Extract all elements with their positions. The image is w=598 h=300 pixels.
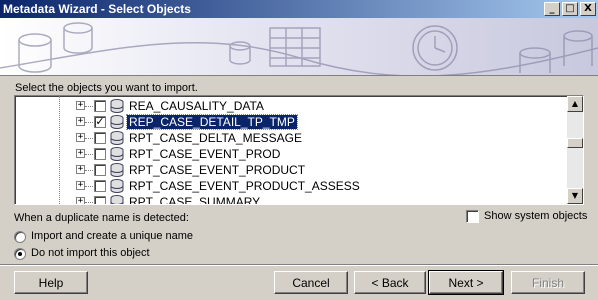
show-system-objects-checkbox[interactable]: [466, 210, 479, 223]
tree-item[interactable]: + RPT_CASE_SUMMARY: [15, 194, 567, 205]
item-label: RPT_CASE_DELTA_MESSAGE: [129, 131, 302, 145]
duplicate-heading: When a duplicate name is detected:: [14, 212, 189, 224]
expand-icon[interactable]: +: [76, 165, 85, 174]
tree-item[interactable]: + RPT_CASE_EVENT_PRODUCT: [15, 162, 567, 178]
table-icon: [110, 115, 124, 129]
tree-item[interactable]: + RPT_CASE_DELTA_MESSAGE: [15, 130, 567, 146]
do-not-import-label[interactable]: Do not import this object: [31, 247, 150, 259]
import-unique-radio[interactable]: [14, 231, 26, 243]
show-system-objects-label[interactable]: Show system objects: [484, 210, 587, 222]
table-icon: [110, 99, 124, 113]
table-icon: [110, 195, 124, 204]
table-icon: [110, 179, 124, 193]
item-checkbox[interactable]: [94, 180, 106, 192]
item-checkbox[interactable]: [94, 132, 106, 144]
item-label: RPT_CASE_EVENT_PRODUCT: [129, 163, 306, 177]
expand-icon[interactable]: +: [76, 197, 85, 204]
table-icon: [110, 147, 124, 161]
button-divider: [0, 264, 598, 266]
window-controls: _ □ X: [544, 2, 596, 16]
scroll-thumb[interactable]: [567, 138, 583, 148]
table-icon: [110, 163, 124, 177]
next-button[interactable]: Next >: [428, 270, 504, 295]
finish-button[interactable]: Finish: [511, 271, 585, 294]
window-title: Metadata Wizard - Select Objects: [3, 2, 191, 16]
item-checkbox[interactable]: [94, 164, 106, 176]
item-checkbox[interactable]: ✓: [94, 116, 106, 128]
table-icon: [110, 131, 124, 145]
item-label: RPT_CASE_SUMMARY: [129, 195, 261, 205]
item-label: REP_CASE_DETAIL_TP_TMP: [126, 114, 298, 130]
banner-illustration: [0, 22, 598, 75]
item-checkbox[interactable]: [94, 100, 106, 112]
tree-scrollbar[interactable]: ▲ ▼: [567, 96, 583, 204]
tree-item[interactable]: + RPT_CASE_EVENT_PROD: [15, 146, 567, 162]
cancel-button[interactable]: Cancel: [274, 271, 348, 294]
import-unique-label[interactable]: Import and create a unique name: [31, 230, 193, 242]
tree-item[interactable]: + RPT_CASE_EVENT_PRODUCT_ASSESS: [15, 178, 567, 194]
item-label: RPT_CASE_EVENT_PROD: [129, 147, 281, 161]
close-button[interactable]: X: [580, 2, 596, 16]
metadata-wizard-window: Metadata Wizard - Select Objects _ □ X S…: [0, 0, 598, 300]
instruction-text: Select the objects you want to import.: [15, 82, 198, 94]
scroll-down-icon[interactable]: ▼: [567, 188, 583, 204]
scroll-up-icon[interactable]: ▲: [567, 96, 583, 112]
tree-item[interactable]: + REA_CAUSALITY_DATA: [15, 98, 567, 114]
back-button[interactable]: < Back: [354, 271, 426, 294]
expand-icon[interactable]: +: [76, 181, 85, 190]
do-not-import-radio[interactable]: [14, 248, 26, 260]
objects-tree[interactable]: + REA_CAUSALITY_DATA + ✓ REP_CASE_DETAIL…: [14, 95, 584, 205]
item-checkbox[interactable]: [94, 148, 106, 160]
title-bar: Metadata Wizard - Select Objects _ □ X: [0, 0, 598, 18]
item-label: RPT_CASE_EVENT_PRODUCT_ASSESS: [129, 179, 360, 193]
item-checkbox[interactable]: [94, 196, 106, 204]
wizard-banner: [0, 18, 598, 76]
expand-icon[interactable]: +: [76, 149, 85, 158]
help-button[interactable]: Help: [14, 271, 88, 294]
tree-item[interactable]: + ✓ REP_CASE_DETAIL_TP_TMP: [15, 114, 567, 130]
maximize-button[interactable]: □: [562, 2, 578, 16]
expand-icon[interactable]: +: [76, 117, 85, 126]
expand-icon[interactable]: +: [76, 101, 85, 110]
expand-icon[interactable]: +: [76, 133, 85, 142]
minimize-button[interactable]: _: [544, 2, 560, 16]
item-label: REA_CAUSALITY_DATA: [129, 99, 264, 113]
